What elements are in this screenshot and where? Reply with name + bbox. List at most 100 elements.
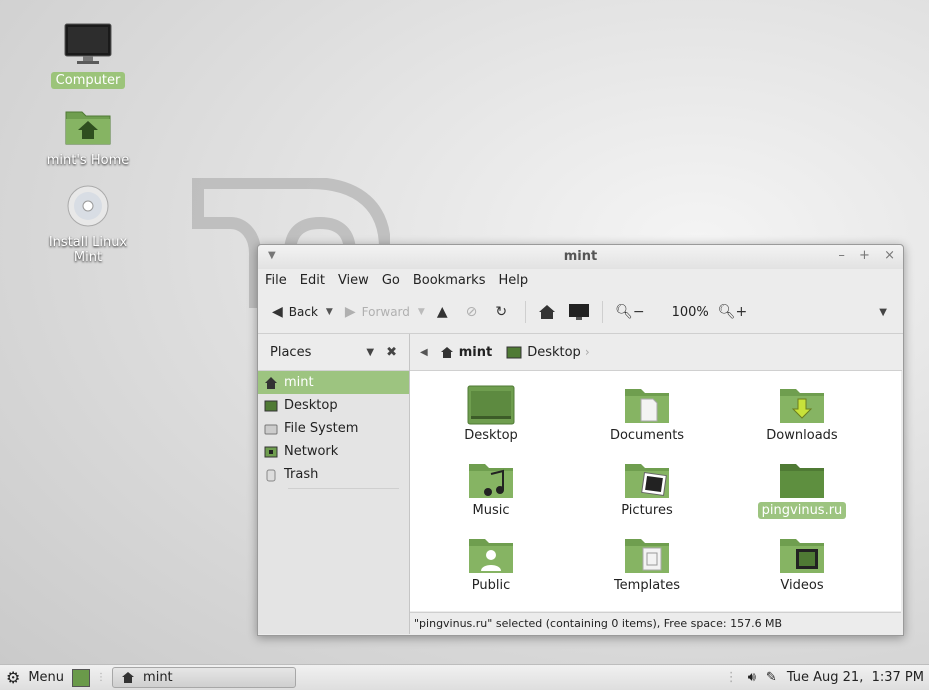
title-bar[interactable]: ▼ mint – + × [258, 245, 903, 269]
computer-button[interactable] [568, 303, 590, 321]
sidebar-item-label: Desktop [284, 398, 338, 413]
forward-history-dropdown-icon[interactable]: ▼ [418, 307, 425, 317]
menu-button[interactable]: ⚙ Menu [0, 668, 64, 687]
home-icon [539, 305, 556, 319]
zoom-out-icon: 🔍︎− [615, 304, 645, 320]
folder-icon [780, 464, 824, 498]
menu-go[interactable]: Go [382, 273, 400, 288]
clock[interactable]: Tue Aug 21, 1:37 PM [787, 670, 924, 685]
menu-edit[interactable]: Edit [300, 273, 325, 288]
menu-file[interactable]: File [265, 273, 287, 288]
file-view: Desktop Documents Downloads Music Pictur… [410, 371, 901, 611]
file-item-pingvinus[interactable]: pingvinus.ru [737, 460, 867, 519]
desktop-icon-home[interactable]: mint's Home [28, 106, 148, 169]
network-icon [264, 446, 278, 457]
breadcrumb-mint[interactable]: mint [440, 345, 492, 360]
path-scroll-left-icon[interactable]: ◀ [420, 347, 428, 358]
desktop-icon-label: Install Linux Mint [48, 235, 128, 265]
home-folder-icon [65, 111, 111, 145]
file-item-videos[interactable]: Videos [737, 535, 867, 593]
forward-arrow-icon: ▶ [344, 304, 356, 320]
sidebar-type-dropdown-icon[interactable]: ▼ [366, 347, 374, 358]
network-signal-icon[interactable]: ✎ [766, 670, 777, 685]
computer-icon [569, 304, 590, 320]
stop-icon: ⊘ [465, 304, 478, 320]
breadcrumb-desktop[interactable]: Desktop › [506, 344, 590, 360]
toolbar-overflow-icon[interactable]: ▼ [879, 307, 887, 318]
music-folder-icon [469, 464, 513, 498]
reload-button[interactable]: ↻ [495, 304, 513, 320]
up-arrow-icon: ▲ [436, 304, 448, 320]
menu-view[interactable]: View [338, 273, 369, 288]
sidebar-title[interactable]: Places [270, 345, 311, 360]
file-item-label: Downloads [766, 428, 838, 443]
bottom-panel: ⚙ Menu ⋮ mint ⋮ 🔊︎ ✎ Tue Aug 21, 1:37 PM [0, 664, 929, 690]
file-item-label: Music [472, 503, 510, 518]
toolbar: ◀ Back ▼ ▶ Forward ▼ ▲ ⊘ ↻ 🔍︎− 100% 🔍︎+ … [258, 291, 903, 334]
minimize-icon[interactable]: – [838, 248, 845, 263]
path-bar: ◀ mint Desktop › [410, 334, 902, 371]
volume-icon[interactable]: 🔊︎ [748, 670, 756, 685]
drive-icon [264, 424, 278, 434]
zoom-in-icon: 🔍︎+ [717, 304, 748, 320]
forward-button[interactable]: ▶ Forward ▼ [345, 304, 425, 320]
back-label: Back [288, 305, 318, 319]
file-item-label: pingvinus.ru [757, 502, 847, 519]
file-item-pictures[interactable]: Pictures [582, 460, 712, 518]
desktop-folder-icon [467, 385, 515, 425]
system-tray: ⋮ 🔊︎ ✎ Tue Aug 21, 1:37 PM [715, 670, 929, 685]
maximize-icon[interactable]: + [859, 248, 870, 263]
file-item-documents[interactable]: Documents [582, 385, 712, 443]
back-arrow-icon: ◀ [272, 304, 283, 320]
sidebar-divider [288, 488, 399, 489]
show-desktop-button[interactable] [72, 668, 91, 687]
file-item-label: Public [471, 578, 511, 593]
sidebar-header: Places ▼ ✖ [258, 334, 409, 371]
documents-folder-icon [625, 389, 669, 423]
file-item-music[interactable]: Music [426, 460, 556, 518]
file-item-templates[interactable]: Templates [582, 535, 712, 593]
file-item-label: Documents [609, 428, 685, 443]
back-history-dropdown-icon[interactable]: ▼ [326, 307, 333, 317]
sidebar-item-trash[interactable]: Trash [258, 463, 409, 486]
stop-button[interactable]: ⊘ [466, 304, 484, 320]
home-icon [122, 672, 135, 683]
sidebar: Places ▼ ✖ mint Desktop File System Netw… [258, 334, 410, 634]
menu-button-label: Menu [28, 670, 65, 685]
gear-icon: ⚙ [6, 668, 21, 687]
taskbar-item-mint[interactable]: mint [112, 667, 297, 688]
forward-label: Forward [361, 305, 410, 319]
zoom-level: 100% [671, 304, 709, 320]
file-item-public[interactable]: Public [426, 535, 556, 593]
sidebar-close-icon[interactable]: ✖ [386, 345, 397, 360]
breadcrumb-label: Desktop [527, 344, 581, 360]
zoom-in-button[interactable]: 🔍︎+ [718, 304, 754, 320]
home-button[interactable] [538, 304, 556, 320]
public-folder-icon [469, 539, 513, 573]
close-icon[interactable]: × [884, 248, 895, 263]
file-item-desktop[interactable]: Desktop [426, 385, 556, 443]
sidebar-item-label: Network [284, 444, 339, 459]
zoom-out-button[interactable]: 🔍︎− [615, 304, 651, 320]
file-item-downloads[interactable]: Downloads [737, 385, 867, 443]
sidebar-item-desktop[interactable]: Desktop [258, 394, 409, 417]
sidebar-item-file-system[interactable]: File System [258, 417, 409, 440]
home-icon [265, 376, 277, 389]
file-item-label: Pictures [621, 503, 673, 518]
up-button[interactable]: ▲ [437, 304, 454, 320]
panel-grip-icon: ⋮ [96, 672, 107, 683]
desktop-icon [506, 346, 522, 358]
downloads-folder-icon [780, 389, 824, 423]
file-item-label: Desktop [464, 428, 518, 443]
sidebar-item-network[interactable]: Network [258, 440, 409, 463]
menu-help[interactable]: Help [498, 273, 528, 288]
breadcrumb-label: mint [458, 344, 493, 360]
desktop-icon-computer[interactable]: Computer [28, 22, 148, 89]
desktop-icon-install[interactable]: Install Linux Mint [28, 184, 148, 266]
back-button[interactable]: ◀ Back ▼ [272, 304, 333, 320]
menu-bookmarks[interactable]: Bookmarks [413, 273, 486, 288]
sidebar-item-mint[interactable]: mint [258, 371, 409, 394]
status-bar: "pingvinus.ru" selected (containing 0 it… [410, 612, 901, 634]
cd-disc-icon [67, 185, 109, 227]
trash-icon [266, 469, 276, 481]
